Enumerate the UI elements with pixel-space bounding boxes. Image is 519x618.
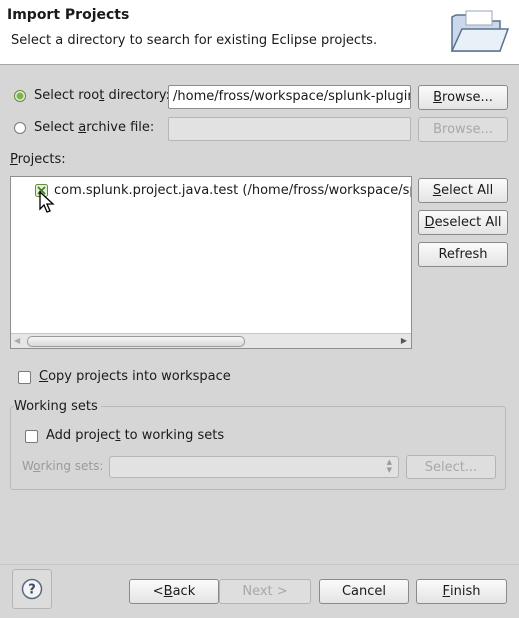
mouse-cursor-icon [39,190,55,213]
combo-spinner-icon[interactable]: ▲ ▼ [387,458,392,474]
browse-archive-button[interactable]: Browse... [418,117,508,142]
copy-projects-checkbox[interactable] [18,371,31,384]
working-sets-group-title: Working sets [14,399,101,414]
archive-file-input[interactable] [168,117,411,141]
working-sets-combo[interactable]: ▲ ▼ [109,456,399,478]
scroll-right-arrow-icon[interactable]: ▶ [401,336,407,345]
root-directory-radio[interactable] [14,90,26,102]
horizontal-scrollbar[interactable]: ◀ ▶ [11,333,411,348]
wizard-header: Import Projects Select a directory to se… [0,0,519,65]
select-all-button[interactable]: Select All [418,178,508,203]
archive-file-label[interactable]: Select archive file: [34,120,154,135]
help-button[interactable]: ? [12,569,52,609]
add-to-working-sets-label[interactable]: Add project to working sets [46,428,224,443]
working-sets-field-label: Working sets: [22,459,104,473]
page-title: Import Projects [7,7,130,23]
page-description: Select a directory to search for existin… [11,33,378,48]
copy-projects-label[interactable]: Copy projects into workspace [39,369,231,384]
folder-icon [450,10,510,52]
footer-separator [0,564,519,565]
scroll-left-arrow-icon[interactable]: ◀ [14,336,20,345]
list-item[interactable]: com.splunk.project.java.test (/home/fros… [11,181,411,201]
svg-text:?: ? [28,583,36,598]
scrollbar-thumb[interactable] [27,336,245,347]
cancel-button[interactable]: Cancel [319,579,409,604]
back-button[interactable]: < Back [129,579,219,604]
finish-button[interactable]: Finish [416,579,507,604]
deselect-all-button[interactable]: Deselect All [418,210,508,235]
browse-root-button[interactable]: Browse... [418,85,508,110]
refresh-button[interactable]: Refresh [418,242,508,267]
root-directory-input[interactable]: /home/fross/workspace/splunk-plugin-ecli… [168,85,411,109]
archive-file-radio[interactable] [14,122,26,134]
select-working-sets-button[interactable]: Select... [406,455,496,479]
projects-label: Projects: [10,152,66,167]
projects-list[interactable]: com.splunk.project.java.test (/home/fros… [10,176,412,349]
help-icon: ? [21,578,43,600]
add-to-working-sets-checkbox[interactable] [25,430,38,443]
root-directory-label[interactable]: Select root directory: [34,88,170,103]
next-button[interactable]: Next > [219,579,311,604]
project-item-label: com.splunk.project.java.test (/home/fros… [54,183,411,198]
